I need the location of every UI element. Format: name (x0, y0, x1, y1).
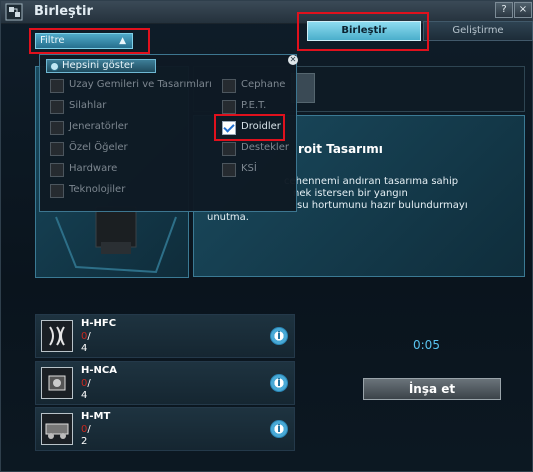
filter-option-label: Jeneratörler (69, 121, 129, 132)
item-have: 0/ (81, 331, 91, 342)
crafting-app-icon (5, 3, 23, 21)
checkbox[interactable] (222, 100, 236, 114)
design-description-line-2: nek istersen bir yangın (293, 188, 408, 199)
dropdown-close-icon[interactable]: ✕ (288, 55, 298, 65)
filter-option-label: Droidler (241, 121, 281, 132)
nca-component-icon (41, 367, 73, 399)
info-icon[interactable]: i (270, 327, 288, 345)
tab-birlestir[interactable]: Birleştir (307, 21, 421, 41)
tab-gelistirme[interactable]: Geliştirme (423, 21, 533, 41)
item-name: H-HFC (81, 318, 117, 329)
crafting-window: Birleştir ? × Birleştir Geliştirme Filtr… (0, 0, 533, 472)
show-all-label: Hepsini göster (62, 60, 135, 71)
window-title: Birleştir (34, 4, 93, 19)
filter-option-label: KSİ (241, 163, 257, 174)
filter-option-label: Silahlar (69, 100, 107, 111)
filter-option-label: Özel Öğeler (69, 142, 128, 153)
checkbox-checked[interactable] (222, 121, 236, 135)
design-title: roit Tasarımı (298, 142, 383, 156)
design-description-line-1: cehennemi andıran tasarıma sahip (284, 176, 459, 187)
help-button[interactable]: ? (495, 2, 513, 18)
checkbox[interactable] (222, 142, 236, 156)
checkbox[interactable] (50, 121, 64, 135)
checkbox[interactable] (50, 163, 64, 177)
checkbox[interactable] (50, 142, 64, 156)
checkbox[interactable] (50, 79, 64, 93)
filter-option-label: Hardware (69, 163, 118, 174)
item-need: 2 (81, 436, 88, 447)
ingredient-row-nca[interactable]: H-NCA 0/ 4 i (35, 361, 295, 405)
filter-button[interactable]: Filtre ▲ (35, 33, 133, 49)
ingredient-row-mt[interactable]: H-MT 0/ 2 i (35, 407, 295, 451)
ingredient-row-hfc[interactable]: H-HFC 0/ 4 i (35, 314, 295, 358)
checkbox[interactable] (50, 184, 64, 198)
item-need: 4 (81, 343, 88, 354)
item-need: 4 (81, 390, 88, 401)
build-button[interactable]: İnşa et (363, 378, 501, 400)
hfc-component-icon (41, 320, 73, 352)
filter-option-label: Cephane (241, 79, 286, 90)
mt-component-icon (41, 413, 73, 445)
craft-timer: 0:05 (413, 338, 440, 352)
checkbox[interactable] (222, 79, 236, 93)
item-have: 0/ (81, 424, 91, 435)
design-description-line-3: su hortumunu hazır bulundurmayı (297, 200, 468, 211)
design-description-line-4: unutma. (207, 212, 249, 223)
filter-option-label: P.E.T. (241, 100, 267, 111)
filter-option-label: Destekler (241, 142, 289, 153)
checkbox[interactable] (222, 163, 236, 177)
filter-dropdown: Hepsini göster ✕ Uzay Gemileri ve Tasarı… (39, 54, 298, 212)
info-icon[interactable]: i (270, 420, 288, 438)
caret-up-icon: ▲ (119, 36, 126, 46)
filter-button-label: Filtre (40, 35, 65, 46)
show-all-button[interactable]: Hepsini göster (46, 59, 156, 73)
info-icon[interactable]: i (270, 374, 288, 392)
filter-option-label: Uzay Gemileri ve Tasarımları (69, 79, 212, 90)
close-button[interactable]: × (514, 2, 532, 18)
checkbox[interactable] (50, 100, 64, 114)
item-name: H-MT (81, 411, 111, 422)
filter-option-label: Teknolojiler (69, 184, 126, 195)
radio-dot-icon (50, 62, 59, 71)
item-have: 0/ (81, 378, 91, 389)
item-name: H-NCA (81, 365, 117, 376)
